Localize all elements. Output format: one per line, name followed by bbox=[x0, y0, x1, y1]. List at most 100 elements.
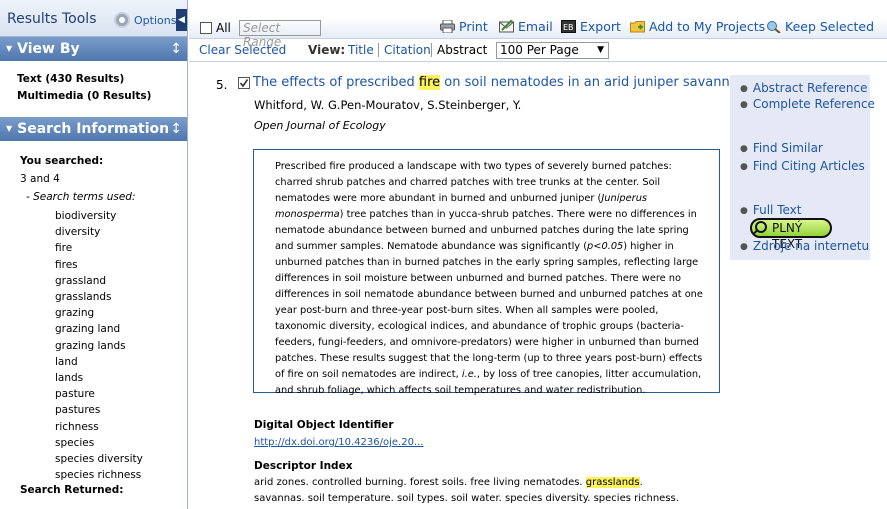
abstract-box: Prescribed fire produced a landscape wit… bbox=[253, 149, 720, 396]
plny-text-button[interactable]: PLNÝ TEXT bbox=[750, 218, 832, 251]
abstract-reference-link[interactable]: ● Abstract Reference bbox=[740, 81, 867, 95]
search-term: fires bbox=[55, 258, 78, 271]
export-label: Export bbox=[580, 19, 621, 34]
print-button[interactable]: Print bbox=[440, 19, 488, 34]
result-links-panel: ● Abstract Reference ● Complete Reference … bbox=[730, 75, 875, 260]
add-to-projects-label: Add to My Projects bbox=[649, 19, 766, 34]
result-authors: Whitford, W. G.Pen-Mouratov, S.Steinberg… bbox=[254, 98, 522, 112]
printer-icon bbox=[440, 20, 455, 33]
search-term: grazing bbox=[55, 307, 95, 320]
complete-reference-label: Complete Reference bbox=[752, 97, 875, 111]
search-term: biodiversity bbox=[55, 210, 117, 222]
view-label: View: bbox=[308, 43, 346, 57]
descriptor-index: arid zones. controlled burning. forest s… bbox=[254, 475, 694, 509]
view-by-heading: View By bbox=[17, 41, 80, 57]
find-similar-label: Find Similar bbox=[752, 141, 823, 155]
svg-text:EB: EB bbox=[563, 23, 574, 32]
gear-icon bbox=[114, 12, 130, 28]
results-tools-title: Results Tools bbox=[7, 11, 97, 27]
you-searched-label: You searched: bbox=[20, 155, 104, 167]
results-tools-header: Results Tools Options ◀ bbox=[0, 0, 187, 37]
resize-arrows-icon[interactable]: ↕ bbox=[170, 37, 182, 61]
search-term: grazing land bbox=[55, 323, 121, 336]
search-information-header[interactable]: ▼ Search Information ↕ bbox=[0, 117, 187, 141]
search-term: species bbox=[55, 436, 95, 449]
search-terms-list: biodiversity diversity fire fires grassl… bbox=[55, 208, 143, 483]
email-button[interactable]: Email bbox=[499, 19, 553, 34]
email-label: Email bbox=[518, 19, 553, 34]
divider bbox=[431, 43, 432, 57]
view-toolbar: Clear Selected View: Title Citation Abst… bbox=[189, 40, 887, 62]
view-citation-link[interactable]: Citation bbox=[384, 43, 431, 57]
view-by-text[interactable]: Text (430 Results) bbox=[17, 71, 151, 88]
find-citing-articles-link[interactable]: ● Find Citing Articles bbox=[740, 159, 865, 173]
bullet-icon: ● bbox=[740, 100, 748, 110]
search-terms-label: - Search terms used: bbox=[26, 191, 136, 203]
search-term: grazing lands bbox=[55, 339, 126, 352]
export-button[interactable]: EB Export bbox=[561, 19, 621, 34]
result-checkbox[interactable] bbox=[238, 77, 250, 89]
result-number: 5. bbox=[216, 78, 228, 92]
export-icon: EB bbox=[561, 20, 576, 33]
keep-selected-button[interactable]: Keep Selected bbox=[766, 19, 874, 34]
add-to-projects-button[interactable]: Add to My Projects bbox=[630, 19, 765, 34]
search-term: species diversity bbox=[55, 453, 143, 466]
view-by-header[interactable]: ▼ View By ↕ bbox=[0, 37, 187, 61]
abstract-ie: i.e. bbox=[461, 369, 477, 380]
print-label: Print bbox=[459, 19, 488, 34]
search-term: grassland bbox=[55, 274, 107, 287]
title-text: The effects of prescribed bbox=[253, 75, 419, 90]
bullet-icon: ● bbox=[740, 242, 748, 252]
checkmark-icon bbox=[239, 79, 249, 88]
select-range-input[interactable]: Select Range bbox=[239, 20, 321, 49]
find-similar-link[interactable]: ● Find Similar bbox=[740, 141, 823, 155]
select-all-label: All bbox=[216, 21, 231, 35]
doi-link[interactable]: http://dx.doi.org/10.4236/oje.20... bbox=[254, 437, 423, 448]
zdroje-link[interactable]: ● Zdroje na internetu bbox=[740, 239, 869, 253]
view-title-link[interactable]: Title bbox=[348, 43, 374, 57]
search-term: species richness bbox=[55, 469, 142, 482]
clear-selected-link[interactable]: Clear Selected bbox=[199, 43, 286, 57]
abstract-pvalue: p<0.05 bbox=[587, 241, 624, 252]
search-information-heading: Search Information bbox=[17, 121, 170, 137]
folder-icon bbox=[630, 21, 645, 33]
bullet-icon: ● bbox=[740, 84, 748, 94]
search-returned-label: Search Returned: bbox=[20, 484, 124, 497]
full-text-label: Full Text bbox=[752, 203, 802, 217]
keep-selected-label: Keep Selected bbox=[785, 19, 875, 34]
dropdown-arrow-icon: ▼ bbox=[597, 45, 604, 55]
zdroje-label: Zdroje na internetu bbox=[752, 239, 870, 253]
full-text-link[interactable]: ● Full Text bbox=[740, 203, 801, 217]
title-highlight: fire bbox=[418, 75, 441, 90]
bullet-icon: ● bbox=[740, 206, 748, 216]
select-all-checkbox[interactable] bbox=[200, 22, 212, 34]
view-by-multimedia[interactable]: Multimedia (0 Results) bbox=[17, 88, 151, 105]
search-term: grasslands bbox=[55, 291, 112, 304]
search-term: lands bbox=[55, 372, 84, 385]
search-term: pasture bbox=[55, 388, 95, 401]
resize-arrows-icon[interactable]: ↕ bbox=[170, 117, 182, 141]
search-information-body: You searched: 3 and 4 - Search terms use… bbox=[20, 155, 143, 496]
abstract-text: ) higher in unburned patches than in bur… bbox=[275, 241, 703, 380]
descriptor-text: arid zones. controlled burning. forest s… bbox=[254, 477, 586, 488]
descriptor-highlight: grasslands bbox=[585, 477, 640, 488]
complete-reference-link[interactable]: ● Complete Reference bbox=[740, 97, 875, 111]
search-term: fire bbox=[55, 242, 73, 255]
view-by-list: Text (430 Results) Multimedia (0 Results… bbox=[17, 71, 151, 105]
magnifier-icon bbox=[755, 221, 767, 233]
result-title-link[interactable]: The effects of prescribed fire on soil n… bbox=[253, 75, 742, 90]
collapse-sidebar-button[interactable]: ◀ bbox=[176, 9, 187, 31]
options-button[interactable]: Options bbox=[114, 12, 176, 28]
bullet-icon: ● bbox=[740, 162, 748, 172]
results-tools-sidebar: Results Tools Options ◀ ▼ View By ↕ Text … bbox=[0, 0, 188, 509]
search-term: pastures bbox=[55, 404, 101, 417]
divider bbox=[378, 43, 379, 57]
select-all[interactable]: All bbox=[200, 21, 231, 35]
search-term: diversity bbox=[55, 226, 101, 239]
find-citing-articles-label: Find Citing Articles bbox=[752, 159, 865, 173]
abstract-reference-label: Abstract Reference bbox=[752, 81, 868, 95]
caret-down-icon: ▼ bbox=[6, 124, 13, 133]
keep-icon bbox=[767, 21, 781, 33]
search-query: 3 and 4 bbox=[20, 173, 60, 185]
per-page-select[interactable]: 100 Per Page ▼ bbox=[496, 42, 609, 59]
